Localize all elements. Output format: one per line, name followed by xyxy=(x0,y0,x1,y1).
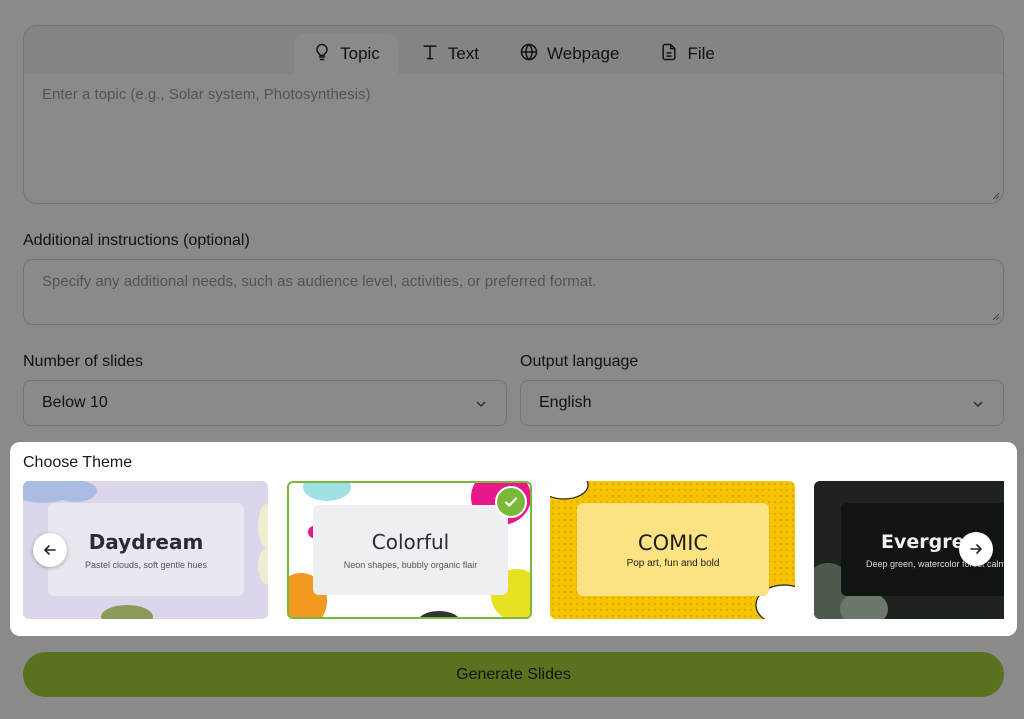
arrow-right-icon xyxy=(970,544,982,554)
theme-name: Colorful xyxy=(371,530,450,554)
carousel-next-button[interactable] xyxy=(959,532,993,566)
theme-desc: Neon shapes, bubbly organic flair xyxy=(343,560,478,570)
selected-check-icon xyxy=(495,486,527,518)
tab-text-label: Text xyxy=(447,44,479,63)
comic-slide: COMIC Pop art, fun and bold xyxy=(577,503,769,596)
tab-webpage-label: Webpage xyxy=(547,44,620,63)
daydream-slide: Daydream Pastel clouds, soft gentle hues xyxy=(48,503,244,596)
topic-input[interactable]: Enter a topic (e.g., Solar system, Photo… xyxy=(42,86,370,103)
theme-name: Daydream xyxy=(88,529,204,554)
theme-panel: Choose Theme Daydream Pastel clouds, sof… xyxy=(10,442,1017,636)
theme-desc: Pastel clouds, soft gentle hues xyxy=(84,559,208,570)
slides-count-select[interactable]: Below 10 xyxy=(23,380,507,426)
arrow-left-icon xyxy=(44,545,56,555)
slides-count-label: Number of slides xyxy=(23,353,144,370)
tab-topic[interactable]: Topic xyxy=(294,34,398,74)
theme-card-comic[interactable]: COMIC Pop art, fun and bold xyxy=(550,481,795,619)
colorful-slide: Colorful Neon shapes, bubbly organic fla… xyxy=(313,505,508,595)
text-icon xyxy=(420,42,440,67)
tab-topic-label: Topic xyxy=(340,44,380,63)
topic-input-card: Topic Text Webpage File Enter a topic (e… xyxy=(23,25,1004,204)
slides-count-value: Below 10 xyxy=(42,394,108,411)
tab-file-label: File xyxy=(687,44,715,63)
chevron-down-icon xyxy=(476,401,486,408)
language-value: English xyxy=(539,394,592,411)
instructions-input[interactable]: Specify any additional needs, such as au… xyxy=(23,259,1004,325)
theme-desc: Pop art, fun and bold xyxy=(626,557,720,569)
file-icon xyxy=(659,42,679,67)
lightbulb-icon xyxy=(312,42,332,67)
tab-text[interactable]: Text xyxy=(402,34,497,74)
theme-title: Choose Theme xyxy=(23,454,133,471)
resize-handle-icon[interactable] xyxy=(992,313,1000,321)
language-label: Output language xyxy=(520,353,639,370)
tab-webpage[interactable]: Webpage xyxy=(501,34,637,74)
instructions-label: Additional instructions (optional) xyxy=(23,232,250,249)
source-tabs: Topic Text Webpage File xyxy=(24,26,1003,74)
theme-name: COMIC xyxy=(637,530,709,555)
globe-icon xyxy=(519,42,539,67)
theme-card-colorful[interactable]: Colorful Neon shapes, bubbly organic fla… xyxy=(287,481,532,619)
language-select[interactable]: English xyxy=(520,380,1004,426)
theme-carousel: Daydream Pastel clouds, soft gentle hues… xyxy=(23,481,1004,619)
generate-slides-button[interactable]: Generate Slides xyxy=(23,652,1004,697)
tab-file[interactable]: File xyxy=(641,34,732,74)
instructions-placeholder: Specify any additional needs, such as au… xyxy=(42,273,597,290)
chevron-down-icon xyxy=(973,401,983,408)
resize-handle-icon[interactable] xyxy=(992,192,1000,200)
carousel-prev-button[interactable] xyxy=(33,533,67,567)
